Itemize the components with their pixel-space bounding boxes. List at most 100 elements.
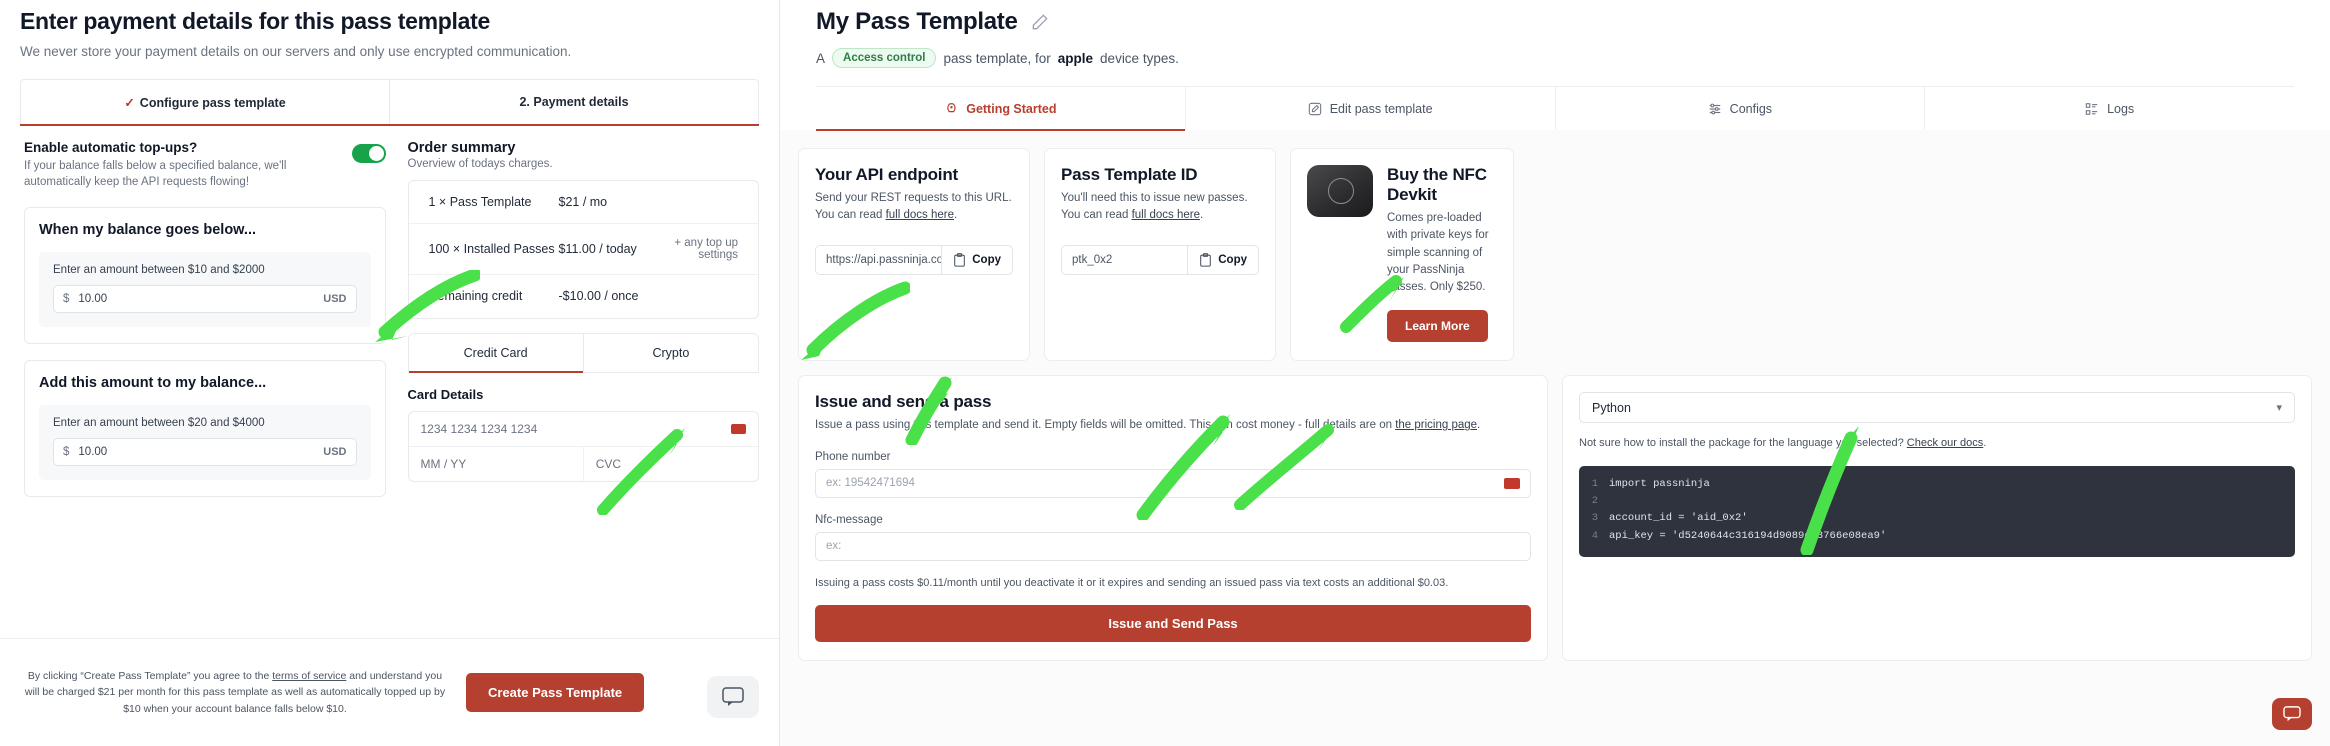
currency-symbol: $ (63, 292, 70, 305)
learn-more-button[interactable]: Learn More (1387, 310, 1488, 343)
language-select[interactable]: Python ▾ (1579, 392, 2295, 424)
step-configure-pass-template[interactable]: ✓ Configure pass template (21, 80, 389, 124)
currency-symbol: $ (63, 445, 70, 458)
clipboard-icon (954, 252, 966, 267)
issue-pass-title: Issue and send a pass (815, 392, 992, 412)
app-body: Your API endpoint Send your REST request… (780, 130, 2330, 661)
nfc-message-input[interactable]: ex: (815, 531, 1531, 561)
app-subtitle: A Access control pass template, for appl… (816, 48, 2294, 68)
order-summary-subtitle: Overview of todays charges. (407, 158, 553, 170)
nfc-devkit-card: Buy the NFC Devkit Comes pre-loaded with… (1290, 148, 1514, 362)
pass-template-id-title: Pass Template ID (1061, 165, 1198, 184)
tab-edit-pass-template[interactable]: Edit pass template (1184, 87, 1555, 130)
phone-number-placeholder: ex: 19542471694 (826, 477, 915, 489)
balance-below-input[interactable]: $ 10.00 USD (53, 284, 357, 313)
line-number: 1 (1591, 477, 1598, 490)
balance-add-card: Add this amount to my balance... Enter a… (24, 359, 386, 497)
card-number-input[interactable]: 1234 1234 1234 1234 (409, 412, 759, 446)
topup-column: Enable automatic top-ups? If your balanc… (20, 126, 390, 497)
pass-template-id-description: You'll need this to issue new passes. Yo… (1061, 190, 1259, 225)
pass-template-app: My Pass Template A Access control pass t… (780, 0, 2330, 746)
desc-part-2: . (1199, 209, 1204, 222)
balance-below-heading: When my balance goes below... (39, 221, 257, 238)
full-docs-link[interactable]: full docs here (1132, 209, 1200, 221)
tab-crypto[interactable]: Crypto (582, 333, 758, 372)
order-row: 100 × Installed Passes $11.00 / today + … (408, 223, 758, 274)
desc-part-2: . (953, 209, 958, 222)
nfc-message-label: Nfc-message (815, 513, 883, 526)
auto-topup-toggle[interactable] (351, 144, 386, 163)
issue-pass-card: Issue and send a pass Issue a pass using… (798, 375, 1548, 661)
legal-text-part-1: By clicking “Create Pass Template” you a… (27, 670, 273, 683)
api-endpoint-input[interactable]: https://api.passninja.com/ap (815, 244, 942, 275)
card-details-section: Card Details 1234 1234 1234 1234 MM / YY (407, 386, 759, 482)
balance-add-input[interactable]: $ 10.00 USD (53, 437, 357, 466)
issue-pass-description: Issue a pass using this template and sen… (815, 417, 1531, 434)
pricing-page-link[interactable]: the pricing page (1395, 419, 1477, 431)
nfc-devkit-description: Comes pre-loaded with private keys for s… (1387, 212, 1489, 293)
order-summary-list: 1 × Pass Template $21 / mo 100 × Install… (407, 180, 759, 319)
code-line: 4 api_key = 'd5240644c316194d9089e23766e… (1579, 528, 2295, 545)
full-docs-link[interactable]: full docs here (886, 209, 954, 221)
tab-credit-card[interactable]: Credit Card (408, 334, 584, 373)
step-payment-details[interactable]: 2. Payment details (389, 80, 758, 124)
payment-method-tabs: Credit Card Crypto (407, 332, 759, 373)
install-note: Not sure how to install the package for … (1579, 435, 2295, 452)
app-title-row: My Pass Template (816, 8, 2294, 36)
terms-of-service-link[interactable]: terms of service (272, 670, 346, 682)
api-endpoint-copy-button[interactable]: Copy (941, 244, 1013, 275)
language-select-value: Python (1592, 400, 1631, 415)
line-number: 4 (1591, 529, 1598, 542)
card-details-box: 1234 1234 1234 1234 MM / YY CVC (407, 410, 759, 482)
line-code: account_id = 'aid_0x2' (1609, 512, 1748, 525)
card-cvc-placeholder: CVC (595, 456, 622, 471)
tab-label: Crypto (652, 345, 690, 360)
card-cvc-input[interactable]: CVC (582, 446, 758, 481)
help-fab-button[interactable] (2272, 698, 2312, 730)
page-subtitle: We never store your payment details on o… (20, 44, 572, 59)
check-icon: ✓ (124, 96, 135, 110)
topup-header: Enable automatic top-ups? If your balanc… (24, 140, 386, 191)
chat-support-button[interactable] (707, 676, 759, 718)
api-endpoint-title: Your API endpoint (815, 165, 958, 184)
desc-part-1: Issue a pass using this template and sen… (815, 419, 1396, 432)
tab-label: Configs (1729, 102, 1773, 116)
meta-prefix: A (816, 50, 826, 66)
credit-card-icon (731, 423, 746, 434)
card-expiry-input[interactable]: MM / YY (409, 447, 583, 481)
card-number-placeholder: 1234 1234 1234 1234 (420, 421, 538, 436)
pass-template-id-copy-row: ptk_0x2 Copy (1061, 244, 1259, 275)
app-tabs: Getting Started Edit pass template Confi… (816, 86, 2294, 131)
order-item-price: $21 / mo (558, 195, 608, 210)
tab-configs[interactable]: Configs (1554, 87, 1925, 130)
balance-add-heading: Add this amount to my balance... (39, 374, 267, 391)
sliders-icon (1709, 103, 1720, 115)
currency-code: USD (323, 445, 347, 458)
step-tabs: ✓ Configure pass template 2. Payment deta… (20, 79, 759, 124)
card-details-title: Card Details (407, 386, 484, 402)
balance-below-field-group: Enter an amount between $10 and $2000 $ … (39, 251, 371, 327)
issue-and-send-pass-button[interactable]: Issue and Send Pass (815, 605, 1531, 642)
meta-device: apple (1057, 50, 1094, 66)
tab-label: Edit pass template (1329, 102, 1433, 116)
api-endpoint-copy-row: https://api.passninja.com/ap Copy (815, 244, 1013, 275)
phone-number-input[interactable]: ex: 19542471694 (815, 468, 1531, 498)
step-label: Configure pass template (139, 96, 286, 110)
chat-bubble-icon (2283, 706, 2301, 722)
order-item-extra: + any top up settings (674, 237, 738, 262)
code-line: 3 account_id = 'aid_0x2' (1579, 510, 2295, 527)
order-row: Remaining credit -$10.00 / once (408, 274, 758, 317)
check-our-docs-link[interactable]: Check our docs (1907, 437, 1983, 449)
edit-pencil-icon[interactable] (1030, 12, 1050, 32)
tab-getting-started[interactable]: Getting Started (816, 87, 1185, 131)
pass-template-id-input[interactable]: ptk_0x2 (1061, 244, 1188, 275)
tab-label: Credit Card (463, 345, 528, 360)
line-code: api_key = 'd5240644c316194d9089e23766e08… (1609, 529, 1887, 542)
tab-logs[interactable]: Logs (1924, 87, 2294, 130)
pass-template-id-copy-button[interactable]: Copy (1187, 244, 1259, 275)
create-pass-template-button[interactable]: Create Pass Template (466, 673, 645, 712)
code-line: 1 import passninja (1579, 476, 2295, 493)
top-cards: Your API endpoint Send your REST request… (798, 148, 2312, 362)
country-flag-icon (1504, 477, 1520, 489)
topup-heading: Enable automatic top-ups? (24, 140, 198, 155)
